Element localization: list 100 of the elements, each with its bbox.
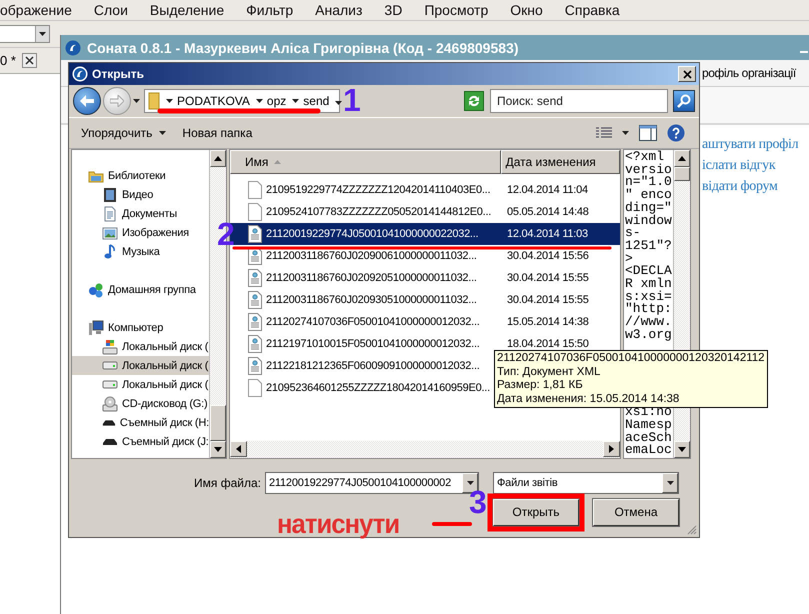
drive-icon	[102, 380, 118, 389]
preview-line: ding="	[625, 202, 673, 215]
new-folder-button[interactable]: Новая папка	[174, 122, 260, 144]
preview-line: emaLoc	[625, 444, 673, 457]
menu-item[interactable]: Фильтр	[246, 2, 306, 18]
breadcrumb-item[interactable]: send	[303, 94, 330, 108]
menu-item[interactable]: Окно	[510, 2, 555, 18]
search-field[interactable]: Поиск: send	[490, 89, 668, 113]
system-drive-icon	[102, 338, 118, 354]
organize-button[interactable]: Упорядочить	[73, 122, 174, 144]
breadcrumb-item[interactable]: PODATKOVA	[177, 94, 250, 108]
tooltip-line: Дата изменения: 15.05.2014 14:38	[497, 392, 680, 406]
nav-item[interactable]: Компьютер	[72, 318, 209, 337]
xml-file-icon	[247, 313, 263, 331]
nav-item[interactable]: Видео	[72, 185, 209, 204]
back-button[interactable]	[73, 87, 101, 115]
close-icon	[682, 70, 692, 78]
homegroup-icon	[88, 282, 104, 298]
nav-item[interactable]: Библиотеки	[72, 166, 209, 185]
film-icon	[102, 186, 118, 202]
app-logo-icon	[72, 66, 88, 82]
nav-item[interactable]: CD-дисковод (G:)	[72, 394, 209, 413]
dropdown-caret-icon	[335, 101, 342, 105]
nav-item[interactable]: Локальный диск (	[72, 337, 209, 356]
file-name: 21122181212365F06009091000000012032...	[266, 360, 480, 372]
menu-item[interactable]: Слои	[94, 2, 140, 18]
close-icon[interactable]	[22, 52, 37, 68]
nav-item[interactable]: Музыка	[72, 242, 209, 261]
left-arrow-icon	[236, 445, 241, 453]
search-button[interactable]	[673, 90, 695, 112]
preview-line: "http:	[625, 303, 673, 316]
help-icon[interactable]	[667, 124, 685, 142]
nav-item[interactable]: Локальный диск (	[72, 375, 209, 394]
nav-item[interactable]: Съемный диск (J:	[72, 432, 209, 451]
nav-item[interactable]: Локальный диск (	[72, 356, 209, 375]
preview-line: R xmln	[625, 278, 673, 291]
file-name: 21120031186760J02093051000000011032...	[266, 294, 477, 306]
caret-icon	[666, 481, 674, 485]
menu-item[interactable]: ображение	[0, 2, 84, 18]
close-button[interactable]	[678, 66, 696, 82]
scroll-down-button[interactable]	[210, 441, 226, 458]
dialog-button[interactable]: Открыть	[493, 498, 579, 526]
preview-line: Namesp	[625, 418, 673, 432]
file-name: 21120019229774J05001041000000022032...	[266, 228, 478, 240]
file-name: 21121971010015F05001041000000012032...	[266, 338, 480, 350]
column-header[interactable]: Дата изменения	[500, 150, 620, 174]
preview-line: s-	[625, 227, 641, 240]
scrollbar-thumb[interactable]	[674, 167, 690, 181]
xml-file-icon	[247, 335, 263, 353]
refresh-button[interactable]	[464, 91, 484, 111]
file-name: 21120031186760J02090061000000011032...	[266, 250, 477, 262]
document-tab[interactable]: 0 *	[0, 52, 16, 68]
view-list-icon[interactable]	[596, 127, 612, 139]
scroll-down-button[interactable]	[674, 441, 690, 458]
app-logo-icon	[65, 40, 81, 56]
scroll-up-button[interactable]	[674, 150, 690, 167]
nav-item[interactable]: Съемный диск (H:	[72, 413, 209, 432]
column-header[interactable]: Имя	[230, 150, 501, 174]
menu-item[interactable]: Просмотр	[424, 2, 500, 18]
scroll-right-button[interactable]	[603, 441, 620, 457]
menu-item[interactable]: Выделение	[150, 2, 236, 18]
nav-item[interactable]: Изображения	[72, 223, 209, 242]
menu-item[interactable]: Анализ	[315, 2, 374, 18]
file-row[interactable]: 21120031186760J02092051000000011032... 30.04.2014 15:55	[230, 267, 620, 289]
file-date: 30.04.2014 15:56	[506, 250, 589, 262]
link[interactable]: іслати відгук	[702, 158, 776, 174]
preview-line: s:xsi=	[625, 290, 673, 304]
file-type-dropdown[interactable]: Файли звітів	[493, 472, 679, 494]
file-icon	[247, 181, 263, 199]
view-caret-icon	[622, 131, 629, 135]
file-date: 30.04.2014 15:55	[506, 272, 589, 284]
nav-item[interactable]: Документы	[72, 204, 209, 223]
file-row[interactable]: 21120274107036F05001041000000012032... 15.05.2014 14:38	[230, 311, 620, 333]
scroll-left-button[interactable]	[230, 441, 247, 457]
file-row[interactable]: 21120031186760J02090061000000011032... 30.04.2014 15:56	[230, 245, 620, 267]
preview-line: >	[625, 252, 633, 266]
scrollbar-thumb[interactable]	[210, 405, 226, 441]
profile-tab[interactable]: рофіль організації	[702, 66, 796, 80]
preview-line: aceSch	[625, 432, 673, 444]
file-row[interactable]: 21120031186760J02093051000000011032... 30.04.2014 15:55	[230, 289, 620, 311]
zoom-combobox[interactable]	[0, 25, 50, 43]
caret-icon	[159, 131, 166, 135]
file-row[interactable]: 2109524107783ZZZZZZZ05052014144812E0... 05.05.2014 14:48	[230, 201, 620, 223]
preview-line: window	[625, 214, 673, 228]
caret-icon	[466, 481, 474, 485]
file-date: 15.05.2014 14:38	[506, 316, 589, 328]
link[interactable]: аштувати профіл	[702, 137, 798, 153]
nav-item[interactable]: Домашняя группа	[72, 280, 209, 299]
preview-pane-icon[interactable]	[639, 125, 657, 141]
menu-item[interactable]: Справка	[564, 2, 632, 18]
breadcrumb-item[interactable]: opz	[266, 94, 286, 108]
tooltip-line: Тип: Документ XML	[497, 366, 602, 379]
up-arrow-icon	[678, 156, 686, 161]
xml-file-icon	[247, 291, 263, 309]
file-row[interactable]: 2109519229774ZZZZZZZ12042014110403E0... 12.04.2014 11:04	[230, 179, 620, 201]
picture-icon	[102, 224, 118, 240]
link[interactable]: відати форум	[702, 179, 778, 195]
dialog-button[interactable]: Отмена	[593, 498, 679, 526]
scroll-up-button[interactable]	[210, 150, 226, 167]
menu-item[interactable]: 3D	[384, 2, 414, 18]
